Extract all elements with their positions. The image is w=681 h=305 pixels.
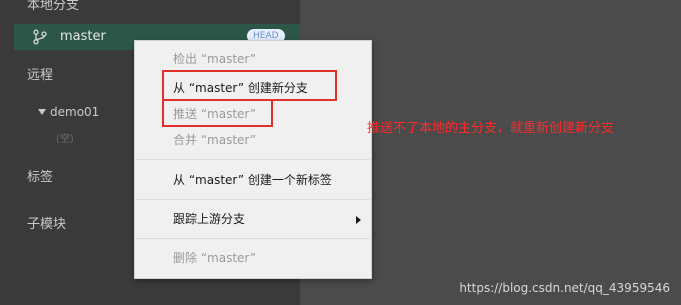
submenu-arrow-icon <box>356 216 361 224</box>
watermark: https://blog.csdn.net/qq_43959546 <box>459 281 670 295</box>
menu-item-track-upstream[interactable]: 跟踪上游分支 <box>173 211 245 227</box>
menu-separator <box>136 238 370 239</box>
caret-down-icon[interactable] <box>38 109 46 115</box>
highlight-box-push <box>162 99 273 127</box>
branch-name: master <box>60 29 106 44</box>
menu-item-merge[interactable]: 合并 “master” <box>173 132 256 148</box>
remote-title: 远程 <box>27 68 54 83</box>
menu-item-checkout[interactable]: 检出 “master” <box>173 51 256 67</box>
remote-name: demo01 <box>50 105 100 119</box>
annotation-text: 推送不了本地的主分支，就重新创建新分支 <box>367 121 615 136</box>
remote-item-demo01[interactable]: demo01 <box>38 104 99 120</box>
highlight-box-create-branch <box>162 70 337 101</box>
tags-title: 标签 <box>27 170 54 185</box>
local-branches-title: 本地分支 <box>27 0 80 13</box>
menu-separator <box>136 159 370 160</box>
menu-separator <box>136 199 370 200</box>
remote-empty-label: (空) <box>56 134 74 145</box>
menu-item-delete[interactable]: 删除 “master” <box>173 250 256 266</box>
branch-icon <box>33 29 47 45</box>
menu-item-create-tag[interactable]: 从 “master” 创建一个新标签 <box>173 172 332 188</box>
submodules-title: 子模块 <box>27 217 67 232</box>
